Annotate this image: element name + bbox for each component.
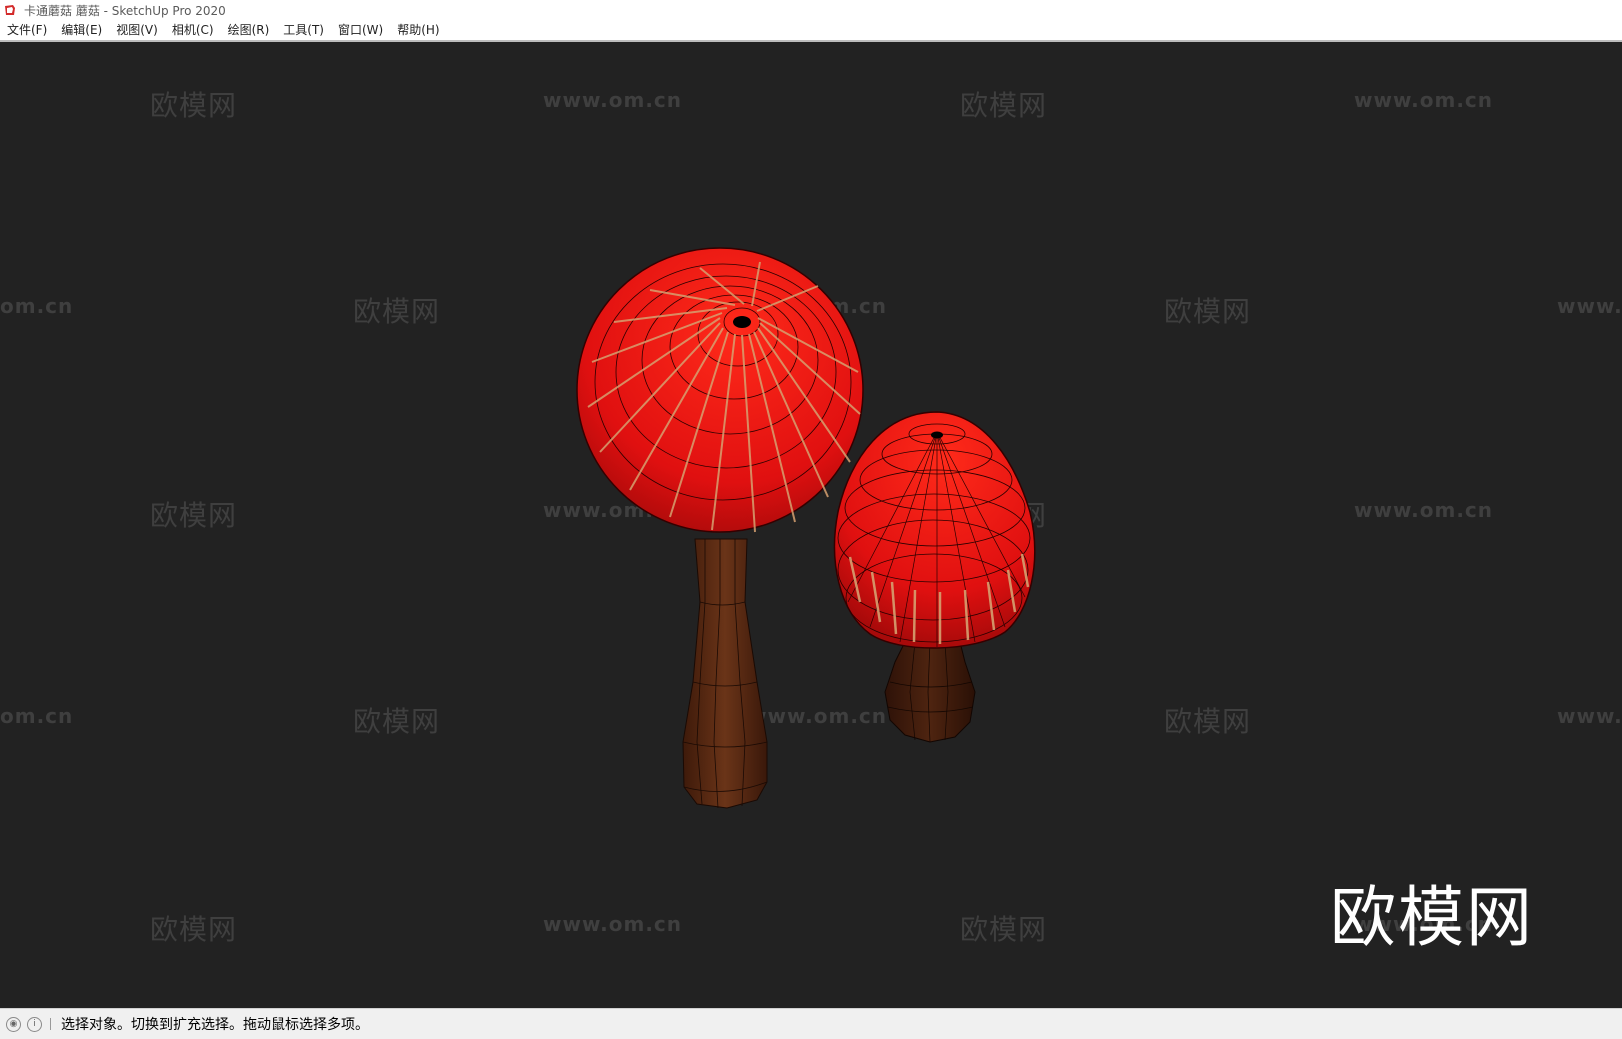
small-mushroom-cap[interactable] xyxy=(833,411,1036,649)
window-title: 卡通蘑菇 蘑菇 - SketchUp Pro 2020 xyxy=(24,3,226,18)
menu-file[interactable]: 文件(F) xyxy=(0,20,54,40)
brand-logo-watermark: 欧模网 xyxy=(1330,879,1534,956)
geolocation-icon[interactable]: ◉ xyxy=(6,1016,21,1032)
large-mushroom-cap[interactable] xyxy=(576,247,864,533)
menu-draw[interactable]: 绘图(R) xyxy=(221,20,277,40)
title-bar: 卡通蘑菇 蘑菇 - SketchUp Pro 2020 xyxy=(0,0,1622,20)
menu-edit[interactable]: 编辑(E) xyxy=(54,20,109,40)
menu-help[interactable]: 帮助(H) xyxy=(390,20,446,40)
large-mushroom-stem[interactable] xyxy=(682,538,768,809)
info-icon[interactable]: i xyxy=(27,1016,42,1032)
menu-tools[interactable]: 工具(T) xyxy=(276,20,331,40)
menu-camera[interactable]: 相机(C) xyxy=(165,20,221,40)
sketchup-app-icon[interactable] xyxy=(4,4,16,16)
model-viewport[interactable]: 欧模网 www.om.cn 欧模网 www.om.cn om.cn 欧模网 ww… xyxy=(0,42,1622,1008)
menu-view[interactable]: 视图(V) xyxy=(109,20,165,40)
status-bar: ◉ i 选择对象。切换到扩充选择。拖动鼠标选择多项。 xyxy=(0,1008,1622,1039)
menu-bar: 文件(F) 编辑(E) 视图(V) 相机(C) 绘图(R) 工具(T) 窗口(W… xyxy=(0,20,1622,42)
status-message: 选择对象。切换到扩充选择。拖动鼠标选择多项。 xyxy=(61,1017,369,1033)
menu-window[interactable]: 窗口(W) xyxy=(331,20,390,40)
small-mushroom-stem[interactable] xyxy=(884,641,976,743)
status-divider xyxy=(50,1018,51,1030)
